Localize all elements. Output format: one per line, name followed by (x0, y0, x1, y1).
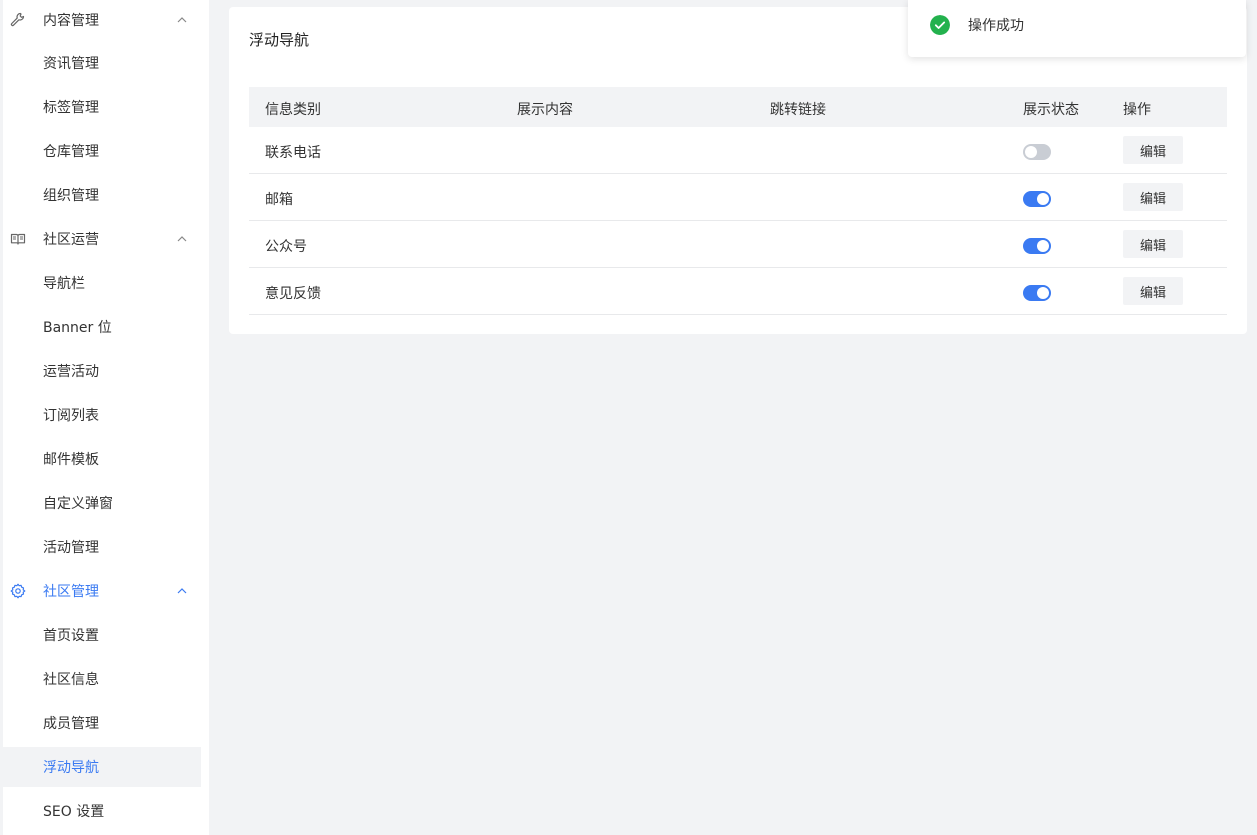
edit-button[interactable]: 编辑 (1123, 183, 1183, 211)
column-header-status: 展示状态 (1023, 102, 1079, 118)
sidebar-item-activities[interactable]: 活动管理 (3, 527, 201, 567)
sidebar-item-banner[interactable]: Banner 位 (3, 307, 201, 347)
status-toggle[interactable] (1023, 191, 1051, 207)
table-header: 信息类别 展示内容 跳转链接 展示状态 操作 (249, 87, 1227, 127)
sidebar-group-content[interactable]: 内容管理 (3, 0, 209, 40)
edit-button[interactable]: 编辑 (1123, 277, 1183, 305)
column-header-actions: 操作 (1123, 102, 1151, 118)
sidebar-group-label: 社区运营 (43, 232, 99, 248)
app-root: 内容管理 资讯管理 标签管理 仓库管理 组织管理 社区运营 导航栏 Banner… (0, 0, 1257, 835)
column-header-link: 跳转链接 (770, 102, 826, 118)
sidebar-item-repos[interactable]: 仓库管理 (3, 131, 201, 171)
sidebar-item-label: 邮件模板 (43, 452, 99, 468)
sidebar-item-label: 仓库管理 (43, 144, 99, 160)
column-header-content: 展示内容 (517, 102, 573, 118)
row-category: 邮箱 (265, 192, 293, 208)
sidebar-item-label: 组织管理 (43, 188, 99, 204)
status-toggle[interactable] (1023, 285, 1051, 301)
sidebar-item-label: 成员管理 (43, 716, 99, 732)
chevron-up-icon (177, 588, 187, 594)
page-title: 浮动导航 (249, 31, 310, 49)
row-category: 联系电话 (265, 145, 321, 161)
status-toggle[interactable] (1023, 238, 1051, 254)
table-row: 意见反馈 编辑 (249, 268, 1227, 315)
sidebar-item-label: 标签管理 (43, 100, 99, 116)
sidebar-group-community[interactable]: 社区管理 (3, 571, 209, 611)
row-category: 公众号 (265, 239, 307, 255)
column-header-category: 信息类别 (265, 102, 321, 118)
sidebar-item-label: 导航栏 (43, 276, 85, 292)
sidebar-item-orgs[interactable]: 组织管理 (3, 175, 201, 215)
sidebar-item-label: 社区信息 (43, 672, 99, 688)
sidebar-item-label: SEO 设置 (43, 804, 105, 820)
gear-icon (10, 583, 26, 599)
sidebar-item-seo-settings[interactable]: SEO 设置 (3, 791, 201, 831)
edit-button[interactable]: 编辑 (1123, 136, 1183, 164)
toast-message: 操作成功 (968, 18, 1024, 34)
sidebar-item-label: 运营活动 (43, 364, 99, 380)
sidebar-item-news[interactable]: 资讯管理 (3, 43, 201, 83)
sidebar-item-label: 订阅列表 (43, 408, 99, 424)
sidebar-item-custom-popups[interactable]: 自定义弹窗 (3, 483, 201, 523)
sidebar-item-campaigns[interactable]: 运营活动 (3, 351, 201, 391)
table-row: 联系电话 编辑 (249, 127, 1227, 174)
table-row: 邮箱 编辑 (249, 174, 1227, 221)
edit-button[interactable]: 编辑 (1123, 230, 1183, 258)
chevron-up-icon (177, 236, 187, 242)
row-category: 意见反馈 (265, 286, 321, 302)
sidebar-item-home-settings[interactable]: 首页设置 (3, 615, 201, 655)
sidebar-item-community-info[interactable]: 社区信息 (3, 659, 201, 699)
chevron-up-icon (177, 17, 187, 23)
sidebar-item-label: 自定义弹窗 (43, 496, 113, 512)
sidebar-item-label: 浮动导航 (43, 760, 99, 776)
sidebar-item-members[interactable]: 成员管理 (3, 703, 201, 743)
wrench-icon (10, 12, 25, 27)
book-icon (10, 233, 26, 245)
sidebar: 内容管理 资讯管理 标签管理 仓库管理 组织管理 社区运营 导航栏 Banner… (3, 0, 209, 835)
sidebar-item-label: 资讯管理 (43, 56, 99, 72)
status-toggle[interactable] (1023, 144, 1051, 160)
sidebar-item-floating-nav[interactable]: 浮动导航 (3, 747, 201, 787)
sidebar-item-label: 活动管理 (43, 540, 99, 556)
sidebar-item-subscriptions[interactable]: 订阅列表 (3, 395, 201, 435)
table-row: 公众号 编辑 (249, 221, 1227, 268)
sidebar-item-label: Banner 位 (43, 320, 112, 336)
sidebar-group-operations[interactable]: 社区运营 (3, 219, 209, 259)
sidebar-group-label: 内容管理 (43, 13, 99, 29)
sidebar-item-navbar[interactable]: 导航栏 (3, 263, 201, 303)
sidebar-item-label: 首页设置 (43, 628, 99, 644)
sidebar-item-tags[interactable]: 标签管理 (3, 87, 201, 127)
sidebar-item-email-templates[interactable]: 邮件模板 (3, 439, 201, 479)
check-circle-icon (930, 15, 950, 35)
success-toast: 操作成功 (908, 0, 1246, 57)
sidebar-group-label: 社区管理 (43, 584, 99, 600)
floating-nav-table: 信息类别 展示内容 跳转链接 展示状态 操作 联系电话 编辑 邮箱 编辑 公众号… (249, 87, 1227, 315)
